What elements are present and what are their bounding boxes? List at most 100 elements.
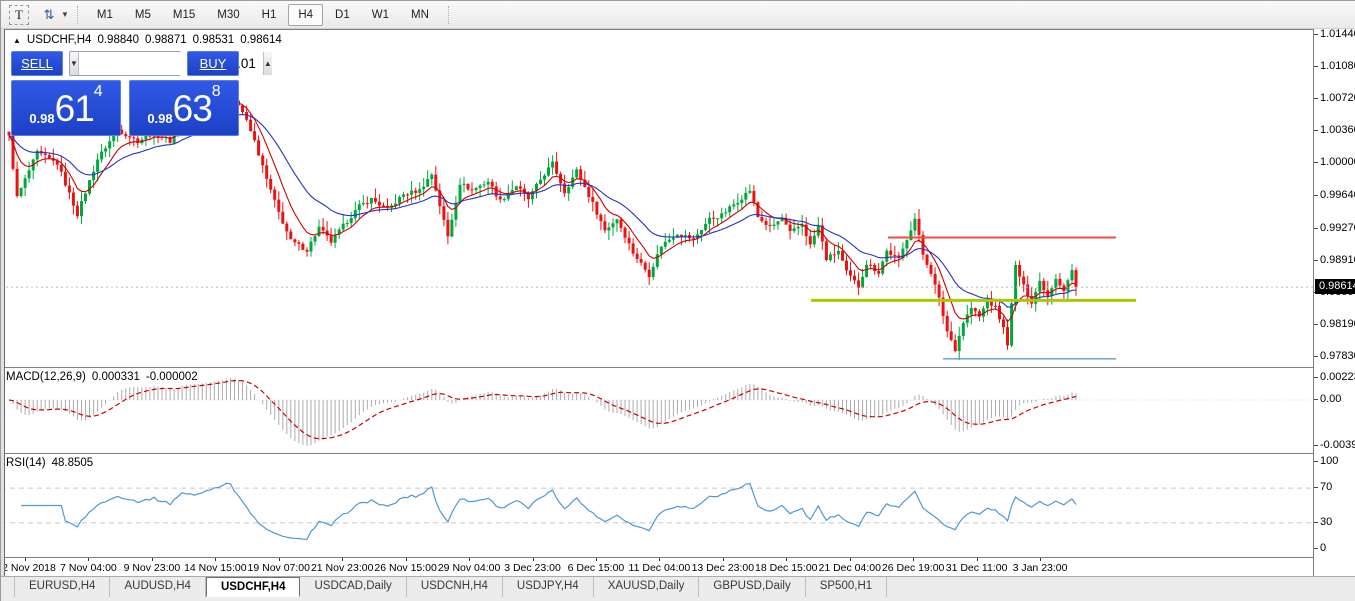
macd-signal-value: -0.000002 [146, 371, 198, 383]
chart-tab-sp500[interactable]: SP500,H1 [806, 577, 887, 597]
time-axis-label: 7 Nov 04:00 [60, 562, 117, 574]
timeframe-button-m30[interactable]: M30 [207, 4, 249, 26]
chart-tab-audusd[interactable]: AUDUSD,H4 [110, 577, 205, 597]
time-axis-label: 11 Dec 04:00 [629, 562, 691, 574]
time-axis-tick [723, 558, 724, 561]
lot-increase-button[interactable]: ▲ [263, 52, 272, 75]
buy-price-pip: 8 [212, 83, 221, 101]
lot-decrease-button[interactable]: ▼ [70, 52, 79, 75]
cursor-arrows-icon[interactable]: ⇅ [39, 5, 59, 25]
chart-tab-usdcnh[interactable]: USDCNH,H4 [407, 577, 503, 597]
axis-tick [1314, 162, 1318, 163]
terminal-window: T ⇅ ▼ M1M5M15M30H1H4D1W1MN ▲ USDCHF,H4 0… [0, 0, 1355, 601]
time-axis: 2 Nov 20187 Nov 04:009 Nov 23:0014 Nov 1… [1, 557, 1313, 576]
macd-indicator-panel[interactable]: MACD(12,26,9) 0.000331 -0.000002 [1, 367, 1313, 453]
timeframe-button-m5[interactable]: M5 [125, 4, 161, 26]
buy-price-button[interactable]: 0.98 63 8 [129, 80, 239, 136]
time-axis-tick [469, 558, 470, 561]
macd-label: MACD(12,26,9) 0.000331 -0.000002 [6, 371, 198, 383]
dropdown-caret-icon[interactable]: ▼ [61, 10, 69, 19]
tab-stub[interactable] [1, 577, 15, 597]
time-axis-tick [88, 558, 89, 561]
current-price-tag: 0.98614 [1315, 279, 1355, 294]
buy-button[interactable]: BUY [187, 51, 239, 76]
axis-tick [1314, 399, 1318, 400]
sell-price-pip: 4 [94, 83, 103, 101]
macd-axis-label: -0.003901 [1320, 439, 1355, 451]
toolbar-separator [77, 6, 78, 24]
price-axis-label: 0.99270 [1320, 222, 1355, 234]
timeframe-button-w1[interactable]: W1 [362, 4, 399, 26]
ohlc-close: 0.98614 [240, 34, 282, 46]
time-axis-tick [152, 558, 153, 561]
price-axis: 0.98614 1.014401.010801.007201.003601.00… [1313, 29, 1355, 576]
time-axis-label: 31 Dec 11:00 [946, 562, 1008, 574]
axis-tick [1314, 34, 1318, 35]
axis-tick [1314, 260, 1318, 261]
timeframe-button-h1[interactable]: H1 [252, 4, 287, 26]
time-axis-tick [659, 558, 660, 561]
sell-price-big: 61 [55, 90, 94, 127]
axis-tick [1314, 548, 1318, 549]
timeframe-button-d1[interactable]: D1 [325, 4, 360, 26]
timeframe-button-h4[interactable]: H4 [288, 4, 323, 26]
time-axis-label: 14 Nov 15:00 [184, 562, 246, 574]
time-axis-label: 19 Nov 07:00 [248, 562, 310, 574]
time-axis-tick [342, 558, 343, 561]
time-axis-tick [279, 558, 280, 561]
axis-tick [1314, 522, 1318, 523]
axis-tick [1314, 487, 1318, 488]
axis-tick [1314, 195, 1318, 196]
sell-button[interactable]: SELL [11, 51, 63, 76]
chart-tab-usdcad[interactable]: USDCAD,Daily [300, 577, 406, 597]
macd-chart[interactable] [1, 368, 1313, 454]
macd-axis-label: 0.002239 [1320, 371, 1355, 383]
timeframe-button-mn[interactable]: MN [401, 4, 439, 26]
rsi-indicator-panel[interactable]: RSI(14) 48.8505 [1, 453, 1313, 557]
axis-tick [1314, 377, 1318, 378]
rsi-value: 48.8505 [52, 457, 94, 469]
time-axis-label: 29 Nov 04:00 [438, 562, 500, 574]
chart-symbol: USDCHF,H4 [27, 34, 92, 46]
price-axis-label: 0.98910 [1320, 254, 1355, 266]
price-axis-label: 1.00360 [1320, 124, 1355, 136]
rsi-axis-label: 100 [1320, 455, 1338, 467]
rsi-axis-label: 30 [1320, 516, 1332, 528]
lot-size-group: ▼ ▲ [69, 51, 181, 76]
price-axis-label: 1.00720 [1320, 92, 1355, 104]
chart-tabs-bar: EURUSD,H4AUDUSD,H4USDCHF,H4USDCAD,DailyU… [1, 576, 1355, 601]
axis-tick [1314, 130, 1318, 131]
time-axis-tick [215, 558, 216, 561]
rsi-name: RSI(14) [6, 457, 46, 469]
chart-tab-eurusd[interactable]: EURUSD,H4 [15, 577, 110, 597]
timeframe-button-m15[interactable]: M15 [163, 4, 205, 26]
time-axis-label: 3 Dec 23:00 [504, 562, 561, 574]
time-axis-tick [25, 558, 26, 561]
timeframe-buttons: M1M5M15M30H1H4D1W1MN [86, 4, 440, 26]
ohlc-open: 0.98840 [97, 34, 139, 46]
toolbar: T ⇅ ▼ M1M5M15M30H1H4D1W1MN [1, 1, 1355, 29]
buy-price-big: 63 [173, 90, 212, 127]
time-axis-label: 18 Dec 15:00 [755, 562, 817, 574]
time-axis-label: 26 Nov 15:00 [374, 562, 436, 574]
sell-price-button[interactable]: 0.98 61 4 [11, 80, 121, 136]
timeframe-button-m1[interactable]: M1 [87, 4, 123, 26]
time-axis-label: 13 Dec 23:00 [692, 562, 754, 574]
rsi-chart[interactable] [1, 454, 1313, 558]
time-axis-label: 26 Dec 19:00 [882, 562, 944, 574]
chart-tab-gbpusd[interactable]: GBPUSD,Daily [699, 577, 805, 597]
time-axis-label: 21 Dec 04:00 [818, 562, 880, 574]
chart-tab-xauusd[interactable]: XAUUSD,Daily [594, 577, 700, 597]
price-axis-label: 0.99640 [1320, 189, 1355, 201]
chart-tab-usdjpy[interactable]: USDJPY,H4 [503, 577, 594, 597]
chart-tab-usdchf[interactable]: USDCHF,H4 [206, 577, 301, 597]
macd-main-value: 0.000331 [92, 371, 140, 383]
macd-axis-label: 0.00 [1320, 393, 1341, 405]
collapse-panel-icon[interactable]: ▲ [13, 36, 21, 45]
buy-price-prefix: 0.98 [147, 111, 172, 126]
chart-header: ▲ USDCHF,H4 0.98840 0.98871 0.98531 0.98… [13, 34, 282, 46]
time-axis-tick [850, 558, 851, 561]
rsi-label: RSI(14) 48.8505 [6, 457, 93, 469]
price-axis-label: 1.01440 [1320, 28, 1355, 40]
text-tool-icon[interactable]: T [9, 5, 29, 25]
